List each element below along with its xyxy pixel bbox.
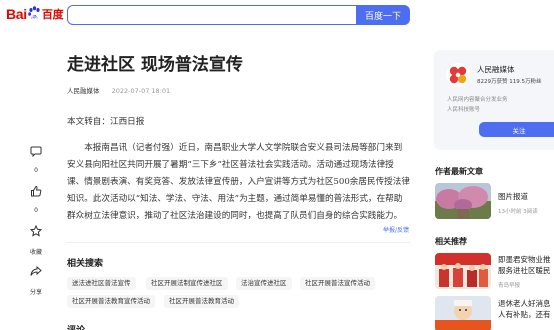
star-icon	[25, 220, 47, 242]
recommend-card[interactable]: 即墨君安物业推 服务进社区暖民 青岛早报	[435, 253, 554, 293]
search-tag[interactable]: 送法进社区普法宣传	[67, 277, 136, 290]
latest-article-card[interactable]: 图片报道 13小时前 3阅读	[435, 183, 554, 221]
recommend-source: 青岛早报	[498, 283, 521, 289]
article-thumbnail	[435, 253, 491, 289]
share-action[interactable]: 分享	[23, 260, 49, 296]
author-desc-line: 人民科技账号	[447, 107, 481, 113]
search-tag[interactable]: 法治宣传进社区	[236, 277, 292, 290]
recommend-card[interactable]: 退休老人好消息 人有补贴，还有	[435, 296, 554, 330]
thumbs-up-icon	[25, 180, 47, 202]
comment-icon	[25, 140, 47, 162]
latest-articles-title: 作者最新文章	[435, 167, 483, 176]
article-thumbnail	[435, 296, 491, 330]
recommend-title-line: 人有补贴，还有	[498, 310, 551, 319]
author-avatar[interactable]	[446, 63, 470, 87]
top-bar: Bai du 百度 百度一下	[0, 0, 554, 30]
article-source: 本文转自：江西日报	[67, 117, 145, 127]
related-search-title: 相关搜索	[67, 259, 104, 269]
like-count: 0	[34, 207, 38, 214]
comments-title: 评论	[67, 323, 85, 330]
recommend-title-line: 即墨君安物业推	[498, 255, 551, 264]
latest-article-title: 图片报道	[498, 192, 528, 201]
recommend-title-line: 退休老人好消息	[498, 299, 551, 308]
article-title: 走进社区 现场普法宣传	[67, 55, 243, 75]
search-tag[interactable]: 社区开展法制宣传进社区	[146, 277, 228, 290]
paw-icon: du	[28, 5, 41, 23]
favorite-action[interactable]: 收藏	[23, 220, 49, 256]
divider	[67, 242, 410, 243]
article-paragraph: 本报南昌讯（记者付强）近日，南昌职业大学人文学院联合安义县司法局等部门来到安义县…	[67, 143, 410, 221]
favorite-label: 收藏	[29, 249, 42, 256]
article-author[interactable]: 人民融媒体	[67, 87, 100, 95]
report-link[interactable]: 举报/反馈	[383, 225, 409, 234]
logo-text: Bai	[6, 6, 27, 22]
recommend-title: 相关推荐	[435, 237, 467, 246]
author-stats: 8229万获赞 119.5万粉丝	[477, 79, 542, 85]
article-meta: 人民融媒体 2022-07-07 18:01	[67, 85, 170, 95]
search-tag[interactable]: 社区开展普法教育活动	[164, 295, 239, 308]
search-tag[interactable]: 社区开展普法宣传活动	[300, 277, 375, 290]
search-tag[interactable]: 社区开展普法教育宣传活动	[67, 295, 155, 308]
like-action[interactable]: 0	[23, 180, 49, 214]
search-button[interactable]: 百度一下	[356, 5, 410, 25]
svg-text:du: du	[32, 14, 38, 19]
share-label: 分享	[29, 289, 42, 296]
comment-action[interactable]: 0	[23, 140, 49, 174]
search-input[interactable]	[67, 5, 357, 25]
share-icon	[25, 260, 47, 282]
author-description: 人民网内容聚合分发业务 人民科技账号	[447, 95, 508, 115]
author-panel: 人民融媒体 8229万获赞 119.5万粉丝 人民网内容聚合分发业务 人民科技账…	[434, 50, 554, 150]
author-name[interactable]: 人民融媒体	[477, 64, 515, 75]
logo-du-text: 百度	[41, 8, 64, 21]
article-date: 2022-07-07 18:01	[111, 87, 171, 95]
article-thumbnail	[435, 183, 491, 219]
recommend-title-line: 服务进社区暖民	[498, 266, 551, 275]
follow-button[interactable]: 关注	[479, 122, 554, 137]
comment-count: 0	[34, 167, 38, 174]
baidu-logo[interactable]: Bai du 百度	[6, 5, 64, 23]
author-desc-line: 人民网内容聚合分发业务	[447, 97, 508, 103]
latest-article-meta: 13小时前 3阅读	[498, 209, 538, 215]
